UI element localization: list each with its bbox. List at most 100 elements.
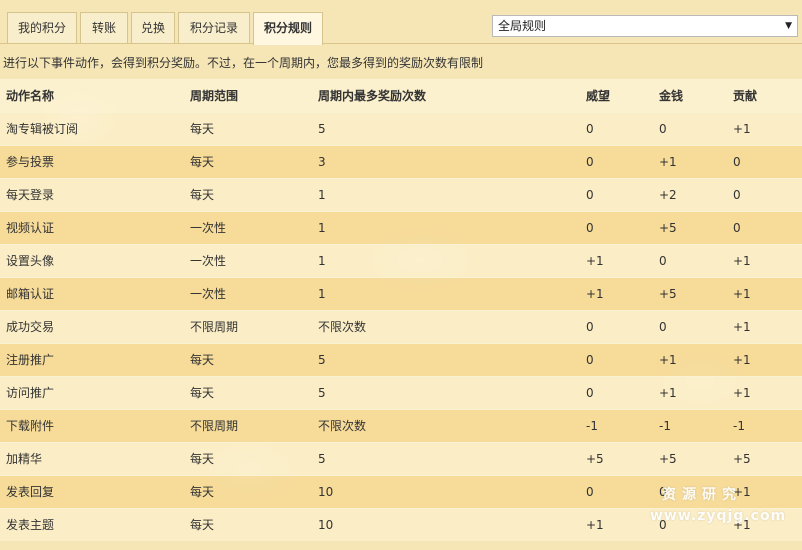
- cell-action: 参与投票: [6, 155, 55, 169]
- cell-prestige: +5: [586, 452, 604, 466]
- cell-prestige: +1: [586, 518, 604, 532]
- cell-max-rewards: 10: [318, 518, 334, 532]
- tab-credit-log[interactable]: 积分记录: [178, 12, 250, 43]
- cell-action: 设置头像: [6, 254, 55, 268]
- cell-contribution: +1: [733, 386, 751, 400]
- cell-action: 成功交易: [6, 320, 55, 334]
- cell-period: 每天: [190, 518, 215, 532]
- cell-max-rewards: 1: [318, 254, 326, 268]
- table-row: 加精华 每天 5 +5 +5 +5: [0, 442, 802, 475]
- rules-intro-text: 进行以下事件动作，会得到积分奖励。不过，在一个周期内，您最多得到的奖励次数有限制: [3, 56, 484, 70]
- table-row: 参与投票 每天 3 0 +1 0: [0, 145, 802, 178]
- cell-money: +1: [659, 386, 677, 400]
- cell-max-rewards: 5: [318, 452, 326, 466]
- cell-action: 发表回复: [6, 485, 55, 499]
- cell-max-rewards: 不限次数: [318, 419, 367, 433]
- cell-contribution: +1: [733, 353, 751, 367]
- tab-my-credits[interactable]: 我的积分: [7, 12, 77, 43]
- table-header-row: 动作名称 周期范围 周期内最多奖励次数 威望 金钱 贡献: [0, 79, 802, 112]
- table-row: 下载附件 不限周期 不限次数 -1 -1 -1: [0, 409, 802, 442]
- cell-contribution: +5: [733, 452, 751, 466]
- column-header-period: 周期范围: [190, 89, 239, 103]
- rule-scope-value: 全局规则: [498, 19, 547, 33]
- cell-period: 每天: [190, 122, 215, 136]
- cell-money: +5: [659, 287, 677, 301]
- cell-max-rewards: 5: [318, 386, 326, 400]
- cell-prestige: 0: [586, 320, 594, 334]
- cell-money: -1: [659, 419, 671, 433]
- tab-transfer[interactable]: 转账: [80, 12, 128, 43]
- cell-period: 每天: [190, 485, 215, 499]
- cell-action: 视频认证: [6, 221, 55, 235]
- cell-prestige: +1: [586, 254, 604, 268]
- cell-period: 一次性: [190, 221, 227, 235]
- table-row: 设置头像 一次性 1 +1 0 +1: [0, 244, 802, 277]
- cell-action: 下载附件: [6, 419, 55, 433]
- cell-money: +1: [659, 353, 677, 367]
- cell-contribution: +1: [733, 254, 751, 268]
- cell-period: 不限周期: [190, 320, 239, 334]
- cell-contribution: +1: [733, 287, 751, 301]
- cell-money: +1: [659, 155, 677, 169]
- cell-period: 一次性: [190, 287, 227, 301]
- cell-period: 不限周期: [190, 419, 239, 433]
- cell-money: 0: [659, 254, 667, 268]
- cell-max-rewards: 3: [318, 155, 326, 169]
- column-header-max-rewards: 周期内最多奖励次数: [318, 89, 427, 103]
- cell-money: +2: [659, 188, 677, 202]
- cell-prestige: 0: [586, 155, 594, 169]
- cell-contribution: +1: [733, 320, 751, 334]
- table-row: 淘专辑被订阅 每天 5 0 0 +1: [0, 112, 802, 145]
- cell-period: 每天: [190, 452, 215, 466]
- column-header-action: 动作名称: [6, 89, 55, 103]
- cell-contribution: 0: [733, 188, 741, 202]
- cell-max-rewards: 5: [318, 353, 326, 367]
- table-row: 邮箱认证 一次性 1 +1 +5 +1: [0, 277, 802, 310]
- cell-money: +5: [659, 452, 677, 466]
- cell-period: 每天: [190, 353, 215, 367]
- table-row: 注册推广 每天 5 0 +1 +1: [0, 343, 802, 376]
- column-header-contribution: 贡献: [733, 89, 758, 103]
- cell-prestige: 0: [586, 485, 594, 499]
- tab-credit-rules[interactable]: 积分规则: [253, 12, 323, 45]
- cell-max-rewards: 10: [318, 485, 334, 499]
- table-row: 视频认证 一次性 1 0 +5 0: [0, 211, 802, 244]
- tab-exchange[interactable]: 兑换: [131, 12, 175, 43]
- cell-contribution: +1: [733, 122, 751, 136]
- cell-max-rewards: 1: [318, 221, 326, 235]
- dropdown-arrow-icon: ▼: [785, 21, 792, 31]
- watermark-url: www.zyqjg.com: [650, 508, 787, 524]
- cell-prestige: 0: [586, 188, 594, 202]
- cell-money: 0: [659, 122, 667, 136]
- cell-action: 加精华: [6, 452, 43, 466]
- table-row: 每天登录 每天 1 0 +2 0: [0, 178, 802, 211]
- watermark-text: 资源研究: [662, 487, 742, 503]
- watermark: 资源研究 www.zyqjg.com: [650, 484, 795, 534]
- cell-contribution: -1: [733, 419, 745, 433]
- cell-max-rewards: 不限次数: [318, 320, 367, 334]
- cell-period: 每天: [190, 188, 215, 202]
- table-row: 访问推广 每天 5 0 +1 +1: [0, 376, 802, 409]
- cell-action: 注册推广: [6, 353, 55, 367]
- cell-max-rewards: 5: [318, 122, 326, 136]
- cell-prestige: -1: [586, 419, 598, 433]
- cell-action: 发表主题: [6, 518, 55, 532]
- cell-prestige: 0: [586, 122, 594, 136]
- cell-period: 一次性: [190, 254, 227, 268]
- cell-contribution: 0: [733, 221, 741, 235]
- cell-contribution: 0: [733, 155, 741, 169]
- cell-money: 0: [659, 320, 667, 334]
- cell-money: +5: [659, 221, 677, 235]
- column-header-prestige: 威望: [586, 89, 611, 103]
- cell-prestige: +1: [586, 287, 604, 301]
- cell-action: 访问推广: [6, 386, 55, 400]
- cell-prestige: 0: [586, 353, 594, 367]
- cell-period: 每天: [190, 386, 215, 400]
- rule-scope-select[interactable]: 全局规则 ▼: [492, 15, 798, 37]
- table-body: 淘专辑被订阅 每天 5 0 0 +1 参与投票 每天 3 0 +1 0 每天登录 每天 1 0 +2 0 视频认证一…: [0, 112, 802, 541]
- table-row: 成功交易 不限周期 不限次数 0 0 +1: [0, 310, 802, 343]
- cell-prestige: 0: [586, 386, 594, 400]
- cell-action: 每天登录: [6, 188, 55, 202]
- credit-rules-table: 动作名称 周期范围 周期内最多奖励次数 威望 金钱 贡献 淘专辑被订阅 每天 5 0 0…: [0, 79, 802, 541]
- cell-max-rewards: 1: [318, 188, 326, 202]
